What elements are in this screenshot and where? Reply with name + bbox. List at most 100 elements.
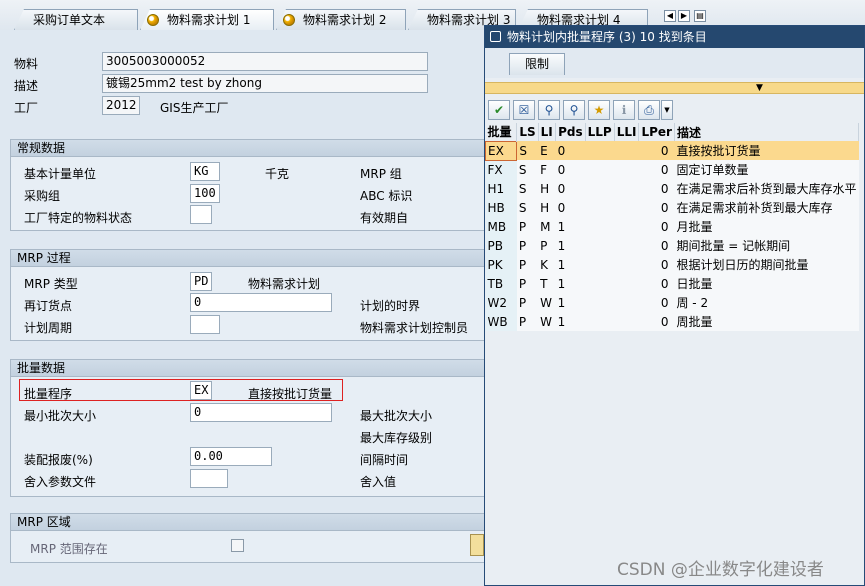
collapse-arrow-icon: ▼ xyxy=(756,83,763,93)
find-next-icon[interactable]: ⚲ xyxy=(563,100,585,120)
cell-lot: W2 xyxy=(485,293,517,312)
nav-left-icon[interactable]: ◀ xyxy=(664,10,676,22)
cell-pds: 0 xyxy=(555,179,586,198)
lot-procedure-label: 批量程序 xyxy=(24,387,73,401)
cell-llp xyxy=(585,141,615,160)
col-lot[interactable]: 批量 xyxy=(485,123,518,141)
assembly-scrap-label: 装配报废(%) xyxy=(24,453,93,467)
cell-lot: HB xyxy=(485,198,517,217)
mrp-type-text: 物料需求计划 xyxy=(248,277,321,291)
col-lper[interactable]: LPer xyxy=(638,123,675,141)
table-row[interactable]: W2 P W 1 0 周 - 2 xyxy=(485,293,859,312)
col-llp[interactable]: LLP xyxy=(585,123,615,141)
cell-lot: FX xyxy=(485,160,517,179)
cell-llp xyxy=(585,179,615,198)
mrp-area-exists-checkbox[interactable] xyxy=(231,539,244,552)
cell-pds: 0 xyxy=(555,198,586,217)
table-header-row: 批量 LS LI Pds LLP LLI LPer 描述 xyxy=(485,123,860,141)
table-row[interactable]: PK P K 1 0 根据计划日历的期间批量 xyxy=(485,255,859,274)
tab-purchase-text[interactable]: 采购订单文本 xyxy=(14,9,138,30)
planning-cycle-field[interactable] xyxy=(190,315,220,334)
col-lli[interactable]: LLI xyxy=(614,123,640,141)
cell-li: H xyxy=(538,198,556,217)
cell-llp xyxy=(585,198,615,217)
cell-lli xyxy=(614,312,639,331)
description-label: 描述 xyxy=(14,79,39,93)
interval-label: 间隔时间 xyxy=(360,453,409,467)
favorite-icon[interactable]: ★ xyxy=(588,100,610,120)
reorder-point-field[interactable]: 0 xyxy=(190,293,332,312)
print-dropdown-icon[interactable]: ▼ xyxy=(661,100,673,120)
lot-procedure-text: 直接按批订货量 xyxy=(248,387,333,401)
cell-li: F xyxy=(538,160,556,179)
cell-description: 期间批量 = 记帐期间 xyxy=(674,236,859,255)
cell-lper: 0 xyxy=(638,274,675,293)
tab-label: 采购订单文本 xyxy=(33,13,106,27)
tab-mrp-1[interactable]: 物料需求计划 1 xyxy=(140,9,274,30)
group-title: 批量数据 xyxy=(11,360,487,377)
tab-restrictions[interactable]: 限制 xyxy=(509,53,565,75)
table-row[interactable]: HB S H 0 0 在满足需求前补货到最大库存 xyxy=(485,198,859,217)
assembly-scrap-field[interactable]: 0.00 xyxy=(190,447,272,466)
material-field[interactable]: 3005003000052 xyxy=(102,52,428,71)
nav-right-icon[interactable]: ▶ xyxy=(678,10,690,22)
description-field[interactable]: 镀锡25mm2 test by zhong xyxy=(102,74,428,93)
cell-lli xyxy=(614,198,639,217)
cell-ls: P xyxy=(516,274,539,293)
info-icon[interactable]: ℹ xyxy=(613,100,635,120)
cell-llp xyxy=(585,312,615,331)
popup-tab-strip: 限制 xyxy=(485,48,864,78)
cell-lot: WB xyxy=(485,312,517,331)
planning-cycle-label: 计划周期 xyxy=(24,321,73,335)
cell-li: P xyxy=(538,236,556,255)
nav-menu-icon[interactable]: ▤ xyxy=(694,10,706,22)
cell-lli xyxy=(614,217,639,236)
check-icon[interactable]: ✔ xyxy=(488,100,510,120)
mrp-type-field[interactable]: PD xyxy=(190,272,212,291)
cell-llp xyxy=(585,236,615,255)
lot-procedure-popup: 物料计划内批量程序 (3) 10 找到条目 限制 ▼ ✔ ☒ ⚲ ⚲ ★ ℹ ⎙… xyxy=(484,25,865,586)
cell-lper: 0 xyxy=(638,217,675,236)
print-icon[interactable]: ⎙ xyxy=(638,100,660,120)
restrictions-collapse-bar[interactable]: ▼ xyxy=(485,82,864,94)
plant-status-field[interactable] xyxy=(190,205,212,224)
purch-group-field[interactable]: 100 xyxy=(190,184,220,203)
rounding-value-label: 舍入值 xyxy=(360,475,397,489)
plant-field[interactable]: 2012 xyxy=(102,96,140,115)
cell-lli xyxy=(614,293,639,312)
col-pds[interactable]: Pds xyxy=(555,123,586,141)
col-li[interactable]: LI xyxy=(538,123,557,141)
cell-lper: 0 xyxy=(638,160,675,179)
cancel-icon[interactable]: ☒ xyxy=(513,100,535,120)
table-row[interactable]: TB P T 1 0 日批量 xyxy=(485,274,859,293)
min-lot-field[interactable]: 0 xyxy=(190,403,332,422)
tab-mrp-2[interactable]: 物料需求计划 2 xyxy=(276,9,406,30)
group-title: MRP 区域 xyxy=(11,514,487,531)
planning-time-fence-label: 计划的时界 xyxy=(360,299,421,313)
table-row[interactable]: FX S F 0 0 固定订单数量 xyxy=(485,160,859,179)
cell-pds: 1 xyxy=(555,312,586,331)
cell-description: 周 - 2 xyxy=(674,293,859,312)
table-row[interactable]: PB P P 1 0 期间批量 = 记帐期间 xyxy=(485,236,859,255)
base-uom-field[interactable]: KG xyxy=(190,162,220,181)
base-uom-label: 基本计量单位 xyxy=(24,167,97,181)
rounding-profile-field[interactable] xyxy=(190,469,228,488)
cell-description: 日批量 xyxy=(674,274,859,293)
cell-pds: 0 xyxy=(555,160,586,179)
mrp-area-button[interactable] xyxy=(470,534,484,556)
col-description[interactable]: 描述 xyxy=(674,123,860,141)
table-row[interactable]: WB P W 1 0 周批量 xyxy=(485,312,859,331)
find-icon[interactable]: ⚲ xyxy=(538,100,560,120)
material-label: 物料 xyxy=(14,57,39,71)
cell-description: 在满足需求前补货到最大库存 xyxy=(674,198,859,217)
table-row[interactable]: EX S E 0 0 直接按批订货量 xyxy=(485,140,859,161)
table-row[interactable]: MB P M 1 0 月批量 xyxy=(485,217,859,236)
cell-description: 月批量 xyxy=(674,217,859,236)
cell-description: 根据计划日历的期间批量 xyxy=(674,255,859,274)
cell-li: K xyxy=(538,255,556,274)
cell-pds: 1 xyxy=(555,236,586,255)
col-ls[interactable]: LS xyxy=(516,123,539,141)
table-row[interactable]: H1 S H 0 0 在满足需求后补货到最大库存水平 xyxy=(485,179,859,198)
lot-procedure-field[interactable]: EX xyxy=(190,381,212,400)
window-icon xyxy=(490,31,501,42)
